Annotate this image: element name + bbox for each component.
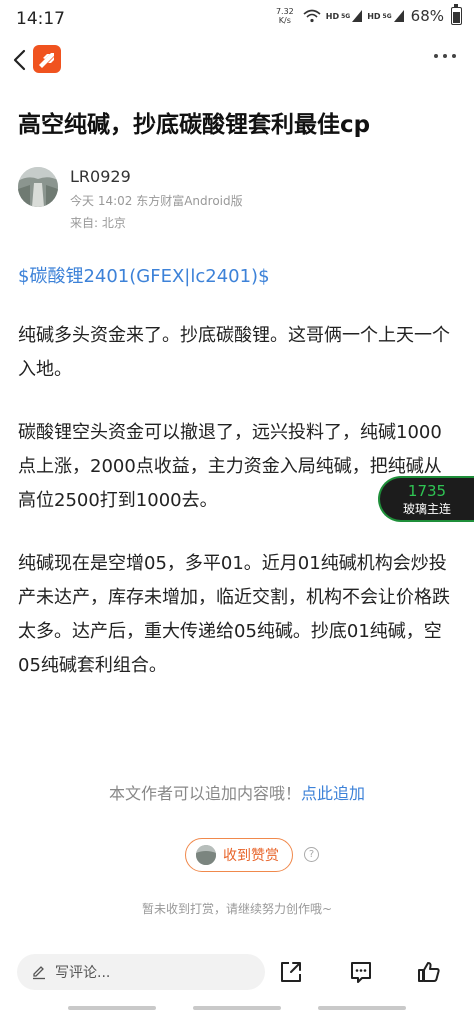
avatar-image xyxy=(18,167,58,207)
network-speed: 7.32 K/s xyxy=(276,7,294,25)
sim1-label: 5G xyxy=(341,12,351,20)
reward-avatar xyxy=(196,845,216,865)
nav-handle-right[interactable] xyxy=(317,1006,406,1010)
post-meta: 今天 14:02 东方财富Android版 xyxy=(70,194,243,208)
battery-fill xyxy=(453,12,460,23)
top-nav xyxy=(0,40,474,80)
reward-button[interactable]: 收到赞赏 xyxy=(185,838,293,872)
append-link[interactable]: 点此追加 xyxy=(301,784,365,803)
like-icon[interactable] xyxy=(417,960,441,984)
article-title: 高空纯碱，抄底碳酸锂套利最佳cp xyxy=(18,112,371,138)
system-nav-bar xyxy=(0,1006,474,1010)
share-icon[interactable] xyxy=(279,960,303,984)
status-time: 14:17 xyxy=(16,9,65,29)
status-icons: 7.32 K/s HD 5G HD 5G 68% xyxy=(276,4,462,25)
append-content-line: 本文作者可以追加内容哦！点此追加 xyxy=(0,780,474,804)
quote-price: 1735 xyxy=(407,482,447,500)
battery-icon xyxy=(451,4,462,25)
bottom-action-bar: 写评论... xyxy=(0,948,474,1000)
paragraph-1: 纯碱多头资金来了。抄底碳酸锂。这哥俩一个上天一个入地。 xyxy=(18,325,450,380)
more-dot xyxy=(443,54,447,58)
signal-group-1: HD 5G xyxy=(325,10,363,22)
reward-avatar-image xyxy=(196,845,216,865)
comment-input[interactable]: 写评论... xyxy=(17,954,265,990)
nav-handle-left[interactable] xyxy=(68,1006,157,1010)
more-dot xyxy=(452,54,456,58)
signal-icon-1 xyxy=(352,10,363,22)
nav-handle-center[interactable] xyxy=(192,1006,281,1010)
wifi-icon xyxy=(303,9,321,23)
quote-name: 玻璃主连 xyxy=(402,502,451,516)
comment-placeholder: 写评论... xyxy=(55,965,111,981)
author-name[interactable]: LR0929 xyxy=(70,167,131,186)
stock-link[interactable]: $碳酸锂2401(GFEX|lc2401)$ xyxy=(18,262,270,288)
post-location: 来自: 北京 xyxy=(70,216,126,230)
paragraph-3: 纯碱现在是空增05，多平01。近月01纯碱机构会炒投产未达产，库存未增加，临近交… xyxy=(18,553,450,676)
reward-label: 收到赞赏 xyxy=(223,848,279,864)
author-avatar[interactable] xyxy=(18,167,58,207)
battery-percent: 68% xyxy=(410,7,444,25)
more-dot xyxy=(434,54,438,58)
comment-icon[interactable] xyxy=(349,960,373,984)
help-icon[interactable]: ? xyxy=(304,847,319,862)
floating-quote-widget[interactable]: 1735 玻璃主连 xyxy=(378,476,474,522)
reward-note: 暂未收到打赏，请继续努力创作哦~ xyxy=(141,902,333,916)
edit-icon xyxy=(33,966,45,980)
app-logo xyxy=(33,45,61,73)
hd-label-1: HD xyxy=(325,11,340,21)
signal-group-2: HD 5G xyxy=(367,10,404,22)
hd-label-2: HD xyxy=(367,11,381,21)
sim2-label: 5G xyxy=(382,12,392,20)
more-horizontal-icon[interactable] xyxy=(434,54,456,58)
app-logo-mark xyxy=(39,53,54,68)
chevron-left-icon[interactable] xyxy=(10,48,30,72)
append-hint: 本文作者可以追加内容哦！ xyxy=(108,784,301,803)
status-bar: 14:17 7.32 K/s HD 5G HD 5G 68% xyxy=(0,0,474,40)
network-speed-unit: K/s xyxy=(278,16,291,25)
signal-icon-2 xyxy=(393,10,404,22)
network-speed-value: 7.32 xyxy=(275,7,294,16)
